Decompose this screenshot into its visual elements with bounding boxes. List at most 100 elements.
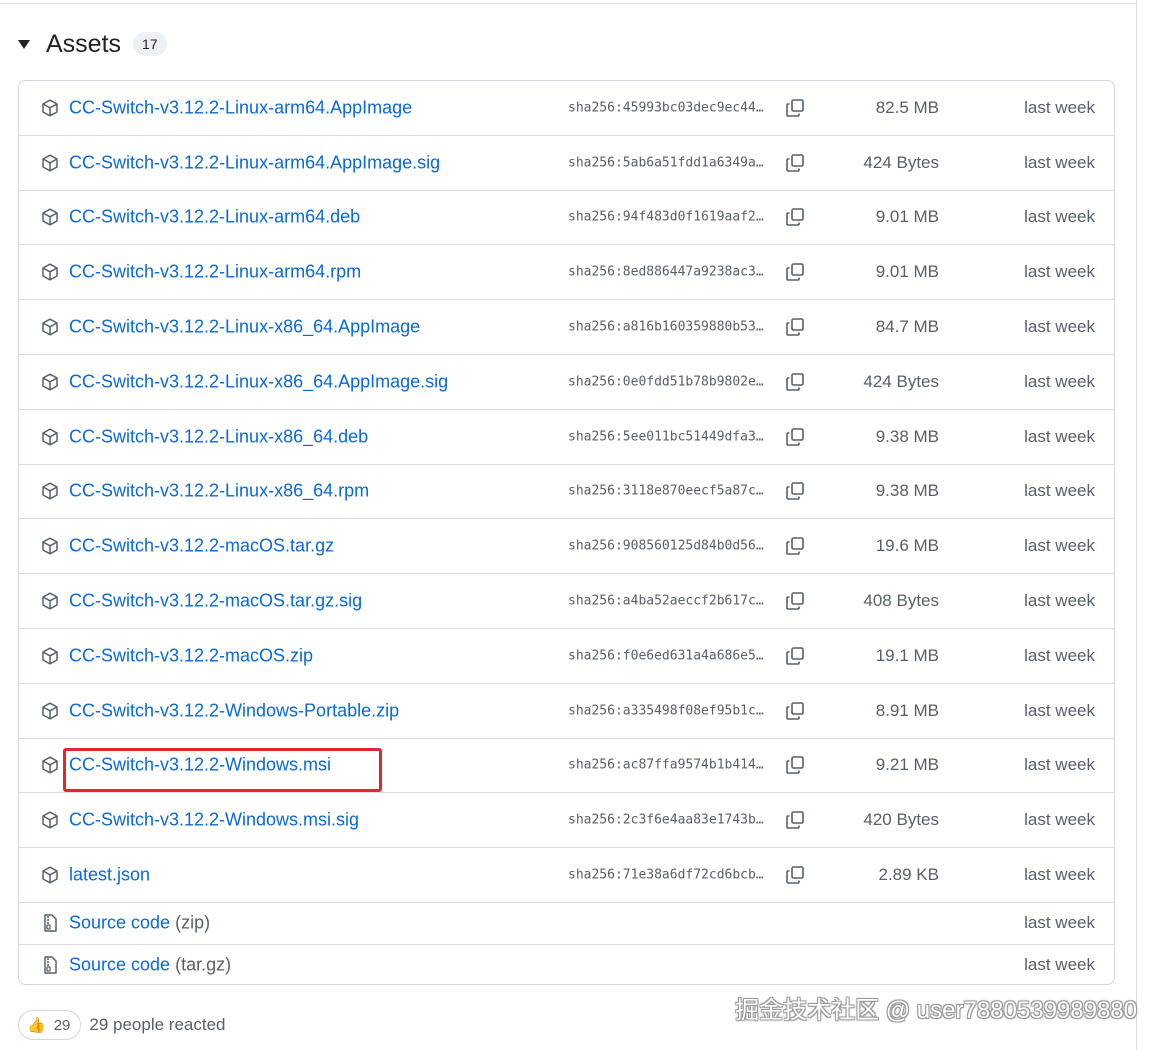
- assets-count-badge: 17: [133, 32, 167, 56]
- asset-size: 424 Bytes: [863, 152, 939, 172]
- asset-sha256: sha256:2c3f6e4aa83e1743b…: [568, 812, 764, 828]
- copy-icon[interactable]: [785, 646, 805, 666]
- watermark: 掘金技术社区 @ user7880539989880: [735, 997, 1137, 1024]
- asset-date: last week: [1024, 865, 1095, 885]
- package-icon: [42, 702, 58, 720]
- package-icon: [42, 811, 58, 829]
- copy-icon[interactable]: [785, 427, 805, 447]
- copy-icon[interactable]: [785, 207, 805, 227]
- asset-date: last week: [1024, 645, 1095, 665]
- asset-download-link[interactable]: CC-Switch-v3.12.2-Linux-arm64.AppImage: [69, 97, 412, 118]
- asset-download-link[interactable]: CC-Switch-v3.12.2-Linux-arm64.rpm: [69, 262, 361, 283]
- asset-size: 2.89 KB: [878, 865, 940, 885]
- asset-date: last week: [1024, 591, 1095, 611]
- triangle-down-icon[interactable]: [18, 39, 30, 49]
- source-code-download-link[interactable]: Source code (zip): [69, 913, 210, 934]
- asset-size: 8.91 MB: [875, 700, 939, 720]
- asset-row: CC-Switch-v3.12.2-Linux-x86_64.AppImage.…: [19, 355, 1114, 410]
- copy-icon[interactable]: [785, 755, 805, 775]
- asset-row: CC-Switch-v3.12.2-Linux-arm64.AppImage sh…: [19, 81, 1114, 136]
- asset-date: last week: [1024, 481, 1095, 501]
- copy-icon[interactable]: [785, 591, 805, 611]
- asset-size: 420 Bytes: [863, 810, 939, 830]
- asset-download-link[interactable]: CC-Switch-v3.12.2-Linux-x86_64.AppImage: [69, 317, 420, 338]
- asset-download-link[interactable]: CC-Switch-v3.12.2-Windows.msi.sig: [69, 810, 359, 831]
- asset-download-link[interactable]: CC-Switch-v3.12.2-Linux-x86_64.rpm: [69, 481, 369, 502]
- package-icon: [42, 592, 58, 610]
- asset-sha256: sha256:71e38a6df72cd6bcb…: [568, 867, 764, 883]
- asset-download-link[interactable]: CC-Switch-v3.12.2-Linux-x86_64.deb: [69, 426, 368, 447]
- reaction-thumbs-up-button[interactable]: 👍 29: [18, 1010, 82, 1040]
- asset-row: CC-Switch-v3.12.2-Linux-x86_64.AppImage s…: [19, 300, 1114, 355]
- asset-download-link[interactable]: latest.json: [69, 865, 150, 886]
- copy-icon[interactable]: [785, 317, 805, 337]
- right-divider: [1136, 0, 1137, 1050]
- source-code-row: Source code (tar.gz) last week: [19, 945, 1114, 984]
- asset-sha256: sha256:94f483d0f1619aaf2…: [568, 209, 764, 225]
- copy-icon[interactable]: [785, 701, 805, 721]
- asset-row: latest.json sha256:71e38a6df72cd6bcb… 2.89…: [19, 848, 1114, 903]
- asset-sha256: sha256:5ab6a51fdd1a6349a…: [568, 155, 764, 171]
- source-code-date: last week: [1024, 913, 1095, 933]
- asset-download-link[interactable]: CC-Switch-v3.12.2-Linux-arm64.deb: [69, 207, 360, 228]
- asset-row: CC-Switch-v3.12.2-Linux-arm64.deb sha256:…: [19, 191, 1114, 246]
- asset-download-link[interactable]: CC-Switch-v3.12.2-macOS.tar.gz.sig: [69, 591, 362, 612]
- asset-date: last week: [1024, 262, 1095, 282]
- asset-row: CC-Switch-v3.12.2-Windows-Portable.zip sh…: [19, 684, 1114, 739]
- asset-sha256: sha256:a335498f08ef95b1c…: [568, 703, 764, 719]
- assets-list: CC-Switch-v3.12.2-Linux-arm64.AppImage sh…: [18, 80, 1115, 985]
- copy-icon[interactable]: [785, 865, 805, 885]
- top-divider: [0, 3, 1137, 4]
- asset-row: CC-Switch-v3.12.2-Windows.msi sha256:ac87…: [19, 739, 1114, 794]
- assets-header[interactable]: Assets 17: [16, 26, 167, 62]
- asset-date: last week: [1024, 152, 1095, 172]
- asset-size: 424 Bytes: [863, 371, 939, 391]
- asset-date: last week: [1024, 700, 1095, 720]
- copy-icon[interactable]: [785, 153, 805, 173]
- file-zip-icon: [44, 956, 57, 975]
- asset-download-link[interactable]: CC-Switch-v3.12.2-Windows.msi: [69, 755, 331, 776]
- source-code-download-link[interactable]: Source code (tar.gz): [69, 955, 231, 976]
- asset-row: CC-Switch-v3.12.2-macOS.zip sha256:f0e6ed…: [19, 629, 1114, 684]
- source-code-label: Source code: [69, 912, 171, 933]
- package-icon: [42, 428, 58, 446]
- asset-download-link[interactable]: CC-Switch-v3.12.2-Linux-arm64.AppImage.s…: [69, 152, 440, 173]
- asset-sha256: sha256:ac87ffa9574b1b414…: [568, 757, 764, 773]
- asset-sha256: sha256:45993bc03dec9ec44…: [568, 100, 764, 116]
- asset-size: 19.6 MB: [875, 536, 939, 556]
- reaction-count: 29: [53, 1016, 71, 1034]
- source-code-row: Source code (zip) last week: [19, 903, 1114, 945]
- asset-date: last week: [1024, 317, 1095, 337]
- asset-size: 9.21 MB: [875, 755, 939, 775]
- copy-icon[interactable]: [785, 810, 805, 830]
- package-icon: [42, 318, 58, 336]
- source-code-date: last week: [1024, 955, 1095, 975]
- asset-row: CC-Switch-v3.12.2-macOS.tar.gz.sig sha256…: [19, 574, 1114, 629]
- copy-icon[interactable]: [785, 372, 805, 392]
- package-icon: [42, 866, 58, 884]
- copy-icon[interactable]: [785, 536, 805, 556]
- asset-download-link[interactable]: CC-Switch-v3.12.2-macOS.zip: [69, 645, 313, 666]
- package-icon: [42, 373, 58, 391]
- reacted-summary: 29 people reacted: [89, 1015, 226, 1034]
- package-icon: [42, 756, 58, 775]
- package-icon: [42, 208, 58, 227]
- source-code-label: Source code: [69, 954, 171, 975]
- copy-icon[interactable]: [785, 98, 805, 118]
- asset-row: CC-Switch-v3.12.2-macOS.tar.gz sha256:908…: [19, 519, 1114, 575]
- asset-download-link[interactable]: CC-Switch-v3.12.2-Windows-Portable.zip: [69, 700, 399, 721]
- asset-size: 84.7 MB: [875, 317, 939, 337]
- package-icon: [42, 482, 58, 501]
- asset-sha256: sha256:3118e870eecf5a87c…: [568, 483, 764, 499]
- asset-size: 9.38 MB: [875, 481, 939, 501]
- asset-download-link[interactable]: CC-Switch-v3.12.2-macOS.tar.gz: [69, 536, 334, 557]
- copy-icon[interactable]: [785, 262, 805, 282]
- asset-date: last week: [1024, 536, 1095, 556]
- asset-download-link[interactable]: CC-Switch-v3.12.2-Linux-x86_64.AppImage.…: [69, 371, 448, 392]
- asset-size: 9.38 MB: [875, 426, 939, 446]
- asset-row: CC-Switch-v3.12.2-Linux-x86_64.deb sha256…: [19, 410, 1114, 465]
- asset-size: 9.01 MB: [875, 262, 939, 282]
- file-zip-icon: [44, 914, 57, 933]
- copy-icon[interactable]: [785, 481, 805, 501]
- asset-size: 9.01 MB: [875, 207, 939, 227]
